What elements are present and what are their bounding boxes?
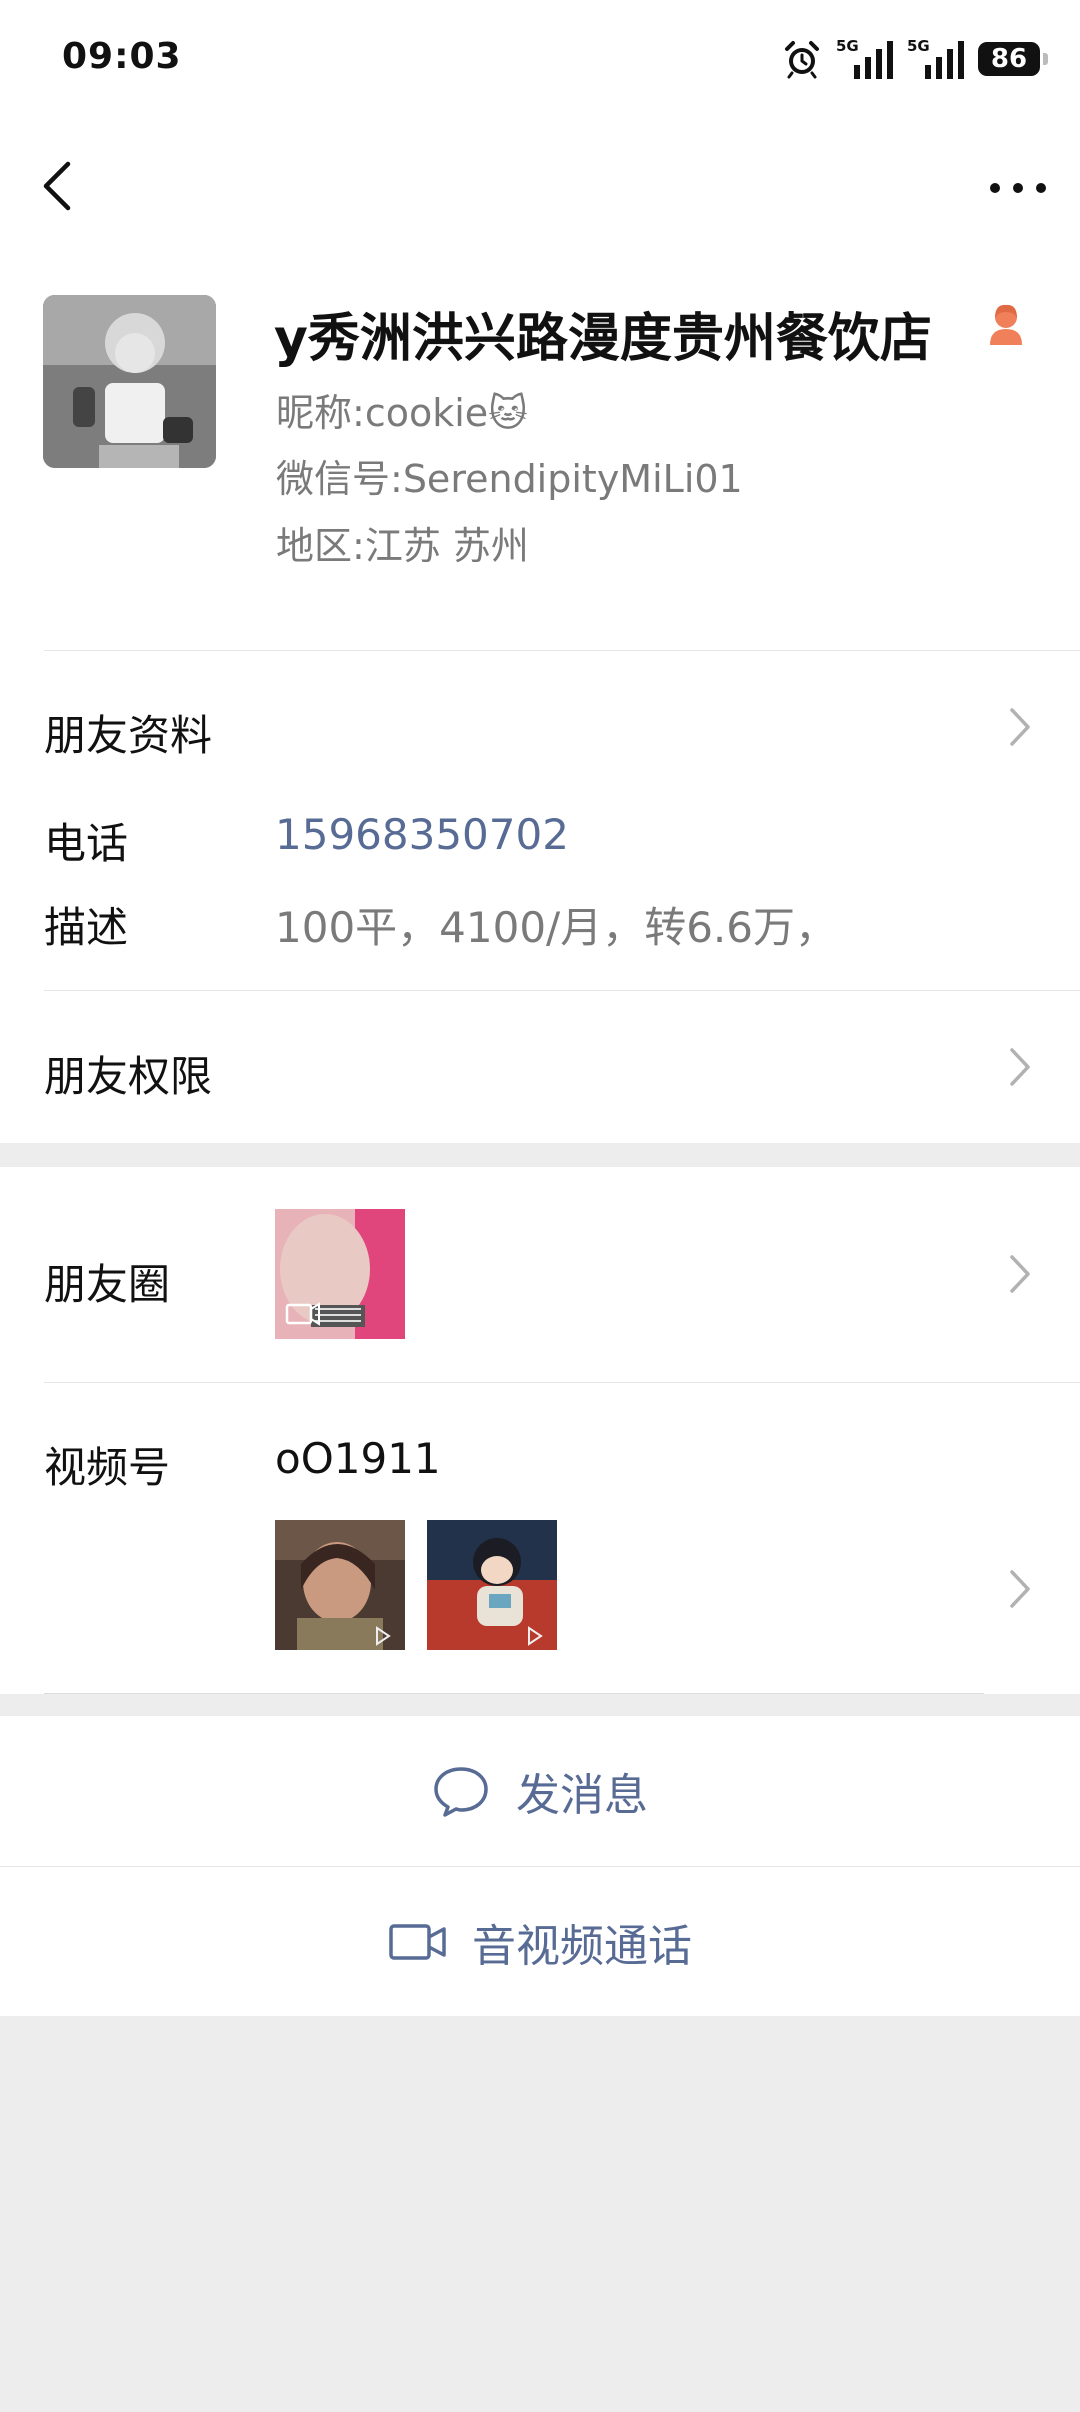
video-camera-icon — [389, 1923, 446, 1960]
divider — [44, 990, 1080, 991]
battery-level: 86 — [990, 44, 1028, 74]
nickname-value: cookie🐱 — [364, 391, 528, 435]
phone-label: 电话 — [44, 819, 129, 868]
divider — [44, 1382, 1080, 1383]
nickname-label: 昵称: — [276, 391, 365, 435]
status-time: 09:03 — [62, 36, 182, 77]
description-label: 描述 — [44, 903, 129, 952]
video-call-button[interactable]: 音视频通话 — [0, 1867, 1080, 2016]
signal-icon: 5G — [836, 37, 893, 79]
send-message-label: 发消息 — [516, 1770, 648, 1821]
chevron-right-icon[interactable] — [1008, 706, 1032, 748]
video-call-label: 音视频通话 — [472, 1920, 692, 1972]
wechat-id-value: SerendipityMiLi01 — [402, 457, 743, 501]
channels-name[interactable]: oO1911 — [275, 1434, 441, 1483]
alarm-icon — [785, 41, 819, 79]
wechat-id-line: 微信号:SerendipityMiLi01 — [276, 448, 743, 503]
region-label: 地区: — [276, 524, 365, 568]
region-value: 江苏 苏州 — [364, 524, 529, 568]
chat-bubble-icon — [434, 1767, 488, 1817]
signal-icon: 5G — [907, 37, 964, 79]
section-gap — [0, 1694, 1080, 1716]
signal-2-label: 5G — [907, 37, 930, 55]
divider — [44, 650, 1080, 651]
channels-thumbnail[interactable] — [427, 1520, 557, 1650]
phone-number-link[interactable]: 15968350702 — [275, 810, 569, 859]
signal-1-label: 5G — [836, 37, 859, 55]
female-person-icon — [990, 304, 1022, 345]
channels-thumbnail[interactable] — [275, 1520, 405, 1650]
chevron-right-icon[interactable] — [1008, 1046, 1032, 1088]
battery-icon: 86 — [978, 42, 1048, 76]
status-icons: 5G 5G 86 — [782, 34, 1048, 84]
avatar[interactable] — [43, 295, 216, 468]
send-message-button[interactable]: 发消息 — [0, 1716, 1080, 1866]
chevron-right-icon[interactable] — [1008, 1568, 1032, 1610]
chevron-left-icon[interactable] — [34, 158, 86, 214]
chevron-right-icon[interactable] — [1008, 1253, 1032, 1295]
moments-label[interactable]: 朋友圈 — [44, 1251, 170, 1312]
wechat-id-label: 微信号: — [276, 457, 403, 501]
section-gap — [0, 1143, 1080, 1167]
nickname-line: 昵称:cookie🐱 — [276, 382, 528, 437]
moments-thumbnail[interactable] — [275, 1209, 405, 1339]
friend-profile-label[interactable]: 朋友资料 — [44, 702, 212, 763]
contact-name: y秀洲洪兴路漫度贵州餐饮店 — [274, 309, 932, 369]
friend-permissions-label[interactable]: 朋友权限 — [44, 1043, 212, 1104]
region-line: 地区:江苏 苏州 — [276, 515, 529, 570]
more-horizontal-icon[interactable] — [990, 166, 1046, 210]
description-value: 100平，4100/月，转6.6万， — [275, 903, 837, 952]
channels-label[interactable]: 视频号 — [44, 1434, 170, 1495]
